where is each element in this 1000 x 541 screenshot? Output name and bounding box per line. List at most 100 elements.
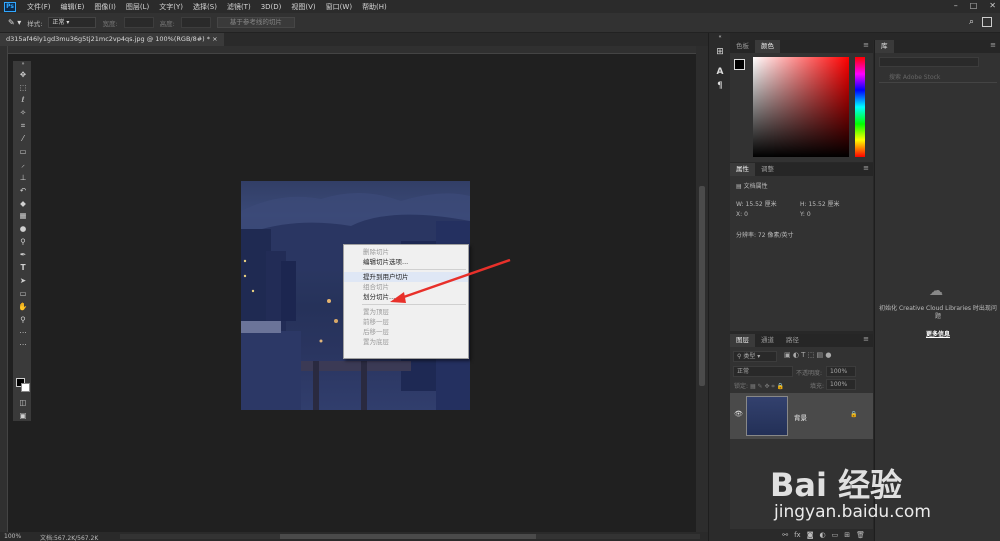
lock-controls[interactable]: 锁定: ▦ ✎ ✥ ⌗ 🔒	[734, 381, 784, 391]
menu-image[interactable]: 图像(I)	[89, 2, 121, 12]
vertical-scrollbar-thumb[interactable]	[699, 186, 705, 386]
foreground-background-colors[interactable]	[16, 378, 30, 392]
lasso-tool-icon[interactable]: ℓ	[13, 94, 33, 107]
crop-tool-icon[interactable]: ⌗	[13, 120, 33, 133]
lock-label: 锁定:	[734, 383, 749, 390]
paragraph-icon[interactable]: ¶	[709, 79, 731, 93]
x-value[interactable]: 0	[744, 211, 748, 218]
panel-menu-icon[interactable]: ≡	[863, 335, 869, 343]
minimize-icon[interactable]: –	[954, 1, 958, 10]
eraser-tool-icon[interactable]: ◆	[13, 197, 33, 210]
menu-file[interactable]: 文件(F)	[22, 2, 56, 12]
edit-toolbar-icon[interactable]: ⋯	[13, 339, 33, 352]
zoom-level[interactable]: 100%	[4, 533, 21, 540]
fill-input[interactable]: 100%	[826, 379, 856, 390]
horizontal-scrollbar-thumb[interactable]	[280, 534, 536, 539]
blur-tool-icon[interactable]: ●	[13, 223, 33, 236]
zoom-tool-icon[interactable]: ⚲	[13, 313, 33, 326]
document-tab[interactable]: d315af46ly1gd3mu36g5tj21mc2vp4qs.jpg @ 1…	[0, 33, 224, 46]
slices-from-guides-button[interactable]: 基于参考线的切片	[216, 17, 295, 28]
width-input[interactable]	[123, 17, 154, 28]
library-select[interactable]	[879, 57, 979, 67]
magic-wand-tool-icon[interactable]: ✧	[13, 107, 33, 120]
menu-edit[interactable]: 编辑(E)	[56, 2, 90, 12]
h-value[interactable]: 15.52 厘米	[808, 201, 839, 208]
gradient-tool-icon[interactable]: ▦	[13, 210, 33, 223]
more-info-link[interactable]: 更多信息	[875, 329, 1000, 338]
pen-tool-icon[interactable]: ✒	[13, 248, 33, 261]
stock-search-input[interactable]: 搜索 Adobe Stock	[879, 72, 997, 83]
brush-tool-icon[interactable]: ⸝	[13, 158, 33, 171]
panel-menu-icon[interactable]: ≡	[990, 41, 996, 49]
menu-help[interactable]: 帮助(H)	[357, 2, 392, 12]
marquee-tool-icon[interactable]: ⬚	[13, 81, 33, 94]
type-tool-icon[interactable]: T	[13, 261, 33, 274]
menu-send-to-back[interactable]: 置为底层	[344, 337, 468, 347]
healing-brush-tool-icon[interactable]: ▭	[13, 145, 33, 158]
workspace-icon[interactable]	[982, 17, 992, 27]
collapse-panels-icon[interactable]: «	[709, 33, 731, 41]
w-value[interactable]: 15.52 厘米	[746, 201, 777, 208]
clone-stamp-tool-icon[interactable]: ⊥	[13, 171, 33, 184]
background-color-swatch[interactable]	[21, 383, 30, 392]
layers-panel-tabs: 图层 通道 路径 ≡	[730, 334, 873, 347]
menu-type[interactable]: 文字(Y)	[154, 2, 188, 12]
hand-tool-icon[interactable]: ✋	[13, 300, 33, 313]
horizontal-scrollbar[interactable]	[120, 534, 700, 539]
layer-filter-label: 类型	[743, 353, 756, 360]
blend-mode-select[interactable]: 正常	[733, 366, 793, 377]
tab-properties[interactable]: 属性	[730, 163, 755, 176]
menu-select[interactable]: 选择(S)	[188, 2, 222, 12]
path-selection-tool-icon[interactable]: ➤	[13, 274, 33, 287]
menu-filter[interactable]: 滤镜(T)	[222, 2, 256, 12]
foreground-color-chip[interactable]	[734, 59, 745, 70]
opacity-input[interactable]: 100%	[826, 366, 856, 377]
layer-filter-icons[interactable]: ▣ ◐ T ⬚ ▤ ●	[784, 351, 831, 359]
collapse-icon[interactable]: »	[13, 61, 33, 68]
y-value[interactable]: 0	[807, 211, 811, 218]
document-size[interactable]: 文档:567.2K/567.2K	[40, 533, 98, 541]
screen-mode-icon[interactable]: ▣	[13, 409, 33, 422]
quick-mask-icon[interactable]: ◫	[13, 396, 33, 409]
menu-window[interactable]: 窗口(W)	[321, 2, 357, 12]
visibility-eye-icon[interactable]: 👁	[734, 410, 743, 418]
menu-bring-forward[interactable]: 前移一层	[344, 317, 468, 327]
tab-color[interactable]: 颜色	[755, 40, 780, 53]
panel-menu-icon[interactable]: ≡	[863, 41, 869, 49]
height-input[interactable]	[180, 17, 211, 28]
layer-row-background[interactable]: 👁 背景 🔒	[730, 393, 873, 439]
layer-name[interactable]: 背景	[794, 412, 807, 422]
menu-send-backward[interactable]: 后移一层	[344, 327, 468, 337]
tab-paths[interactable]: 路径	[780, 334, 805, 347]
layer-filter-select[interactable]: ⚲ 类型 ▾	[733, 351, 777, 362]
hue-slider[interactable]	[855, 57, 865, 157]
annotation-arrow	[390, 258, 511, 303]
more-tools-icon[interactable]: ⋯	[13, 326, 33, 339]
tab-adjustments[interactable]: 调整	[755, 163, 780, 176]
tab-libraries[interactable]: 库	[875, 40, 894, 53]
slice-tool-icon[interactable]: ✎ ▾	[8, 18, 21, 27]
dodge-tool-icon[interactable]: ⚲	[13, 236, 33, 249]
character-icon[interactable]: A	[709, 65, 731, 79]
vertical-scrollbar[interactable]	[696, 46, 708, 532]
menu-layer[interactable]: 图层(L)	[121, 2, 154, 12]
rectangle-tool-icon[interactable]: ▭	[13, 287, 33, 300]
move-tool-icon[interactable]: ✥	[13, 68, 33, 81]
history-brush-tool-icon[interactable]: ↶	[13, 184, 33, 197]
tab-layers[interactable]: 图层	[730, 334, 755, 347]
x-label: X:	[736, 211, 743, 218]
maximize-icon[interactable]: □	[970, 1, 978, 10]
tab-swatches[interactable]: 色板	[730, 40, 755, 53]
search-icon[interactable]: ⌕	[969, 17, 974, 27]
color-picker-field[interactable]	[753, 57, 849, 157]
close-icon[interactable]: ✕	[989, 1, 996, 10]
eyedropper-tool-icon[interactable]: ⁄	[13, 132, 33, 145]
close-tab-icon[interactable]: ×	[212, 35, 217, 43]
tab-channels[interactable]: 通道	[755, 334, 780, 347]
panel-menu-icon[interactable]: ≡	[863, 164, 869, 172]
history-icon[interactable]: ⊞	[709, 45, 731, 59]
photoshop-logo: Ps	[4, 1, 16, 12]
menu-view[interactable]: 视图(V)	[286, 2, 320, 12]
menu-3d[interactable]: 3D(D)	[256, 3, 287, 11]
style-select[interactable]: 正常 ▾	[48, 17, 97, 28]
